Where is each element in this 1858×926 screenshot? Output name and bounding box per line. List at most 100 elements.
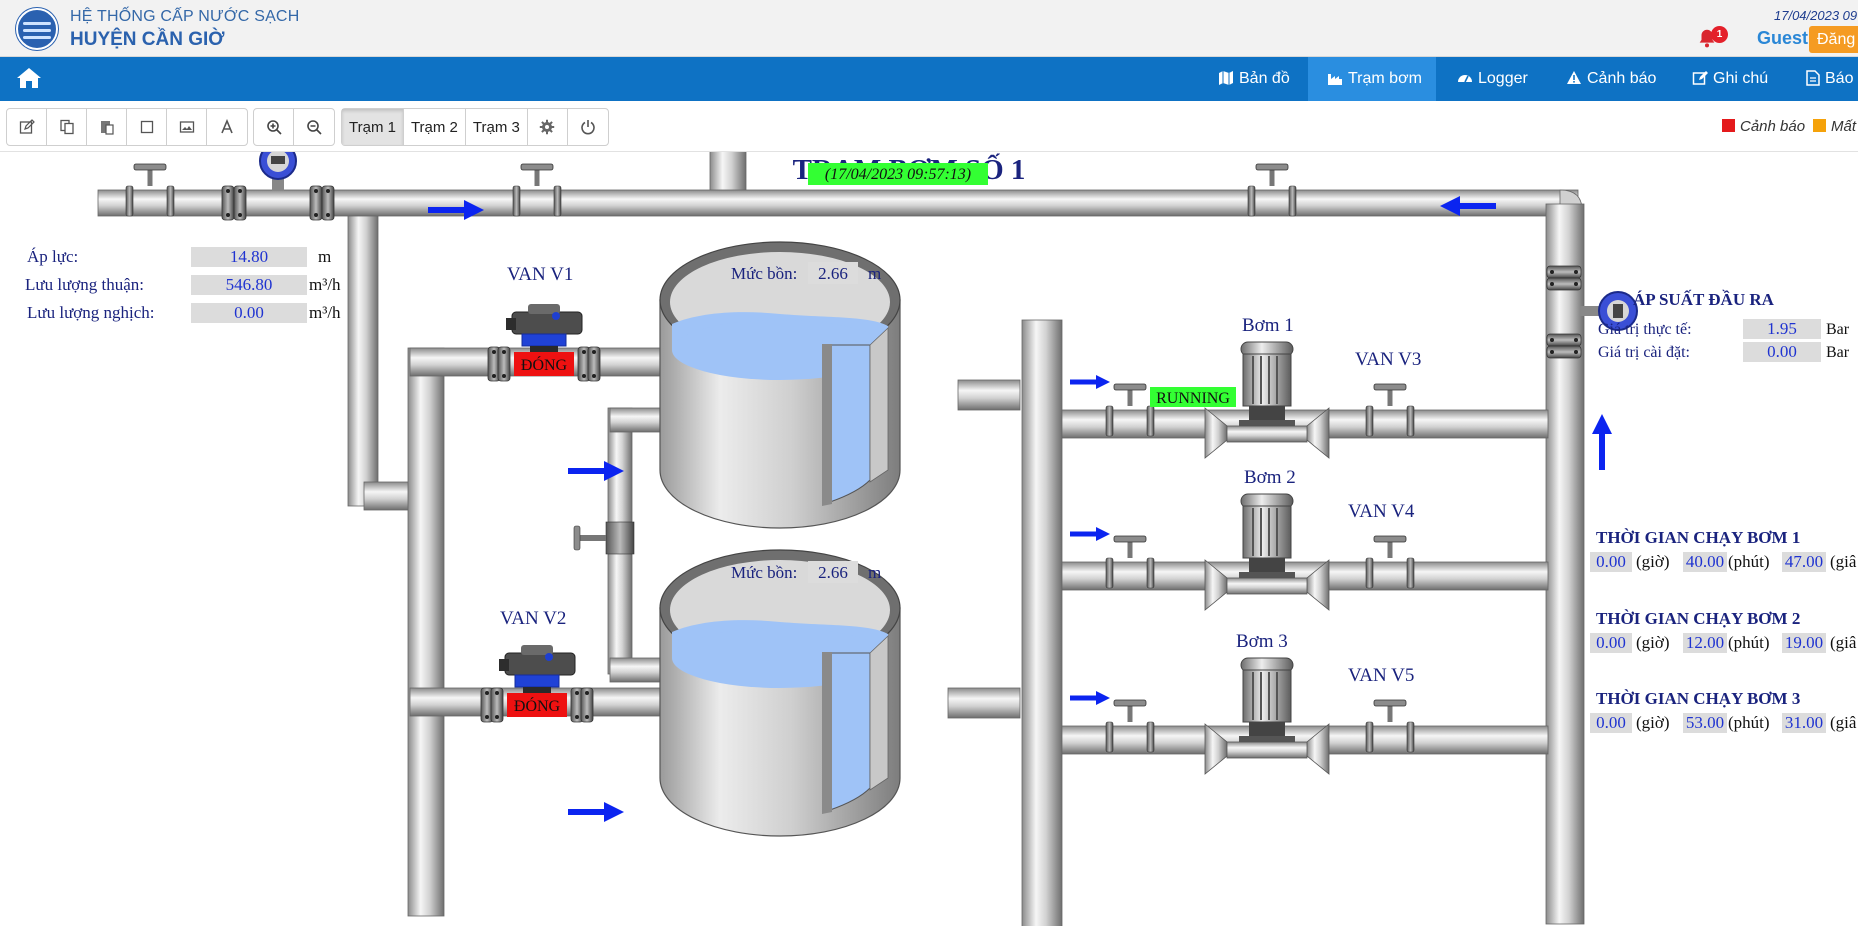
flow-arrow-pump-1 <box>1070 375 1110 389</box>
station-tab-3[interactable]: Trạm 3 <box>466 109 528 145</box>
zoom-in-icon <box>266 120 282 135</box>
reverse-flow-label: Lưu lượng nghịch: <box>27 303 155 322</box>
tank-1-level-unit: m <box>868 264 881 283</box>
outlet-setpoint-unit: Bar <box>1826 344 1850 361</box>
settings-button[interactable] <box>528 109 568 145</box>
editor-toolbar: Trạm 1 Trạm 2 Trạm 3 Cảnh báo Mất <box>0 101 1858 152</box>
rectangle-icon <box>140 120 153 134</box>
valve-v1-state: ĐÓNG <box>521 355 568 374</box>
gauge-icon <box>1458 75 1472 83</box>
pump-3[interactable] <box>1204 657 1330 775</box>
power-icon <box>581 120 595 135</box>
draw-tools-group <box>6 108 248 146</box>
reverse-flow-value: 0.00 <box>234 303 264 322</box>
runtime-1-hours: 0.00 <box>1596 552 1626 571</box>
tank-1 <box>659 241 901 529</box>
pump-3-label: Bơm 3 <box>1236 631 1288 652</box>
suction-manifold <box>1021 319 1063 926</box>
factory-icon <box>1328 74 1342 85</box>
nav-item-logger[interactable]: Logger <box>1457 57 1567 101</box>
station-tab-1[interactable]: Trạm 1 <box>342 109 404 145</box>
runtime-1-minutes: 40.00 <box>1686 552 1724 571</box>
zoom-out-icon <box>307 120 322 135</box>
legend-warning: Cảnh báo <box>1722 118 1805 135</box>
runtime-1-hours-unit: (giờ) <box>1636 552 1670 571</box>
runtime-3-seconds-unit: (giâ <box>1830 713 1857 732</box>
legend-swatch <box>1813 119 1826 132</box>
nav-item-label: Bản đồ <box>1239 70 1290 87</box>
pressure-label: Áp lực: <box>27 247 78 266</box>
header-datetime: 17/04/2023 09 <box>1774 8 1858 23</box>
rectangle-button[interactable] <box>127 109 167 145</box>
gear-icon <box>540 119 555 135</box>
runtime-1-minutes-unit: (phút) <box>1728 552 1770 571</box>
brand-line-1: HỆ THỐNG CẤP NƯỚC SẠCH <box>70 8 300 25</box>
home-icon[interactable] <box>16 66 42 90</box>
legend-label: Cảnh báo <box>1740 118 1806 135</box>
pressure-value: 14.80 <box>230 247 268 266</box>
runtime-2-hours: 0.00 <box>1596 633 1626 652</box>
copy-button[interactable] <box>47 109 87 145</box>
text-icon <box>221 119 233 134</box>
flow-arrow-up <box>1592 414 1612 470</box>
runtime-3-hours-unit: (giờ) <box>1636 713 1670 732</box>
pressure-unit: m <box>318 247 331 266</box>
runtime-2-seconds-unit: (giâ <box>1830 633 1857 652</box>
runtime-3-minutes-unit: (phút) <box>1728 713 1770 732</box>
power-button[interactable] <box>568 109 608 145</box>
forward-flow-unit: m³/h <box>309 275 341 294</box>
valve-v1-actuator[interactable]: ĐÓNG <box>487 303 601 382</box>
valve-v4-label: VAN V4 <box>1348 501 1415 522</box>
legend-label: Mất <box>1831 118 1857 135</box>
tank-2-level-label: Mức bồn: <box>731 563 797 582</box>
nav-item-label: Logger <box>1478 70 1528 87</box>
runtime-2-seconds: 19.00 <box>1785 633 1823 652</box>
outlet-actual-label: Giá trị thực tế: <box>1598 321 1692 338</box>
tank-1-level-label: Mức bồn: <box>731 264 797 283</box>
image-icon <box>179 121 194 133</box>
station-group: Trạm 1 Trạm 2 Trạm 3 <box>341 108 609 146</box>
outlet-riser-pipe <box>1545 203 1585 925</box>
nav-item-pump-station[interactable]: Trạm bơm <box>1308 57 1436 101</box>
main-nav: Bản đồ Trạm bơm Logger Cảnh báo Ghi chú … <box>0 57 1858 101</box>
edit-button[interactable] <box>7 109 47 145</box>
user-name[interactable]: Guest <box>1757 28 1808 49</box>
tank-2-level-unit: m <box>868 563 881 582</box>
valve-v2-actuator[interactable]: ĐÓNG <box>480 644 594 723</box>
station-tab-2[interactable]: Trạm 2 <box>404 109 466 145</box>
valve-v3-label: VAN V3 <box>1355 349 1421 370</box>
nav-item-map[interactable]: Bản đồ <box>1218 57 1318 101</box>
top-header: HỆ THỐNG CẤP NƯỚC SẠCH HUYỆN CẦN GIỜ 17/… <box>0 0 1858 57</box>
flow-arrow-tank-2 <box>568 802 624 822</box>
bypass-hand-valve[interactable] <box>573 521 635 555</box>
pump-1-status: RUNNING <box>1156 390 1230 407</box>
company-logo <box>16 8 58 50</box>
runtime-1-seconds: 47.00 <box>1785 552 1823 571</box>
zoom-out-button[interactable] <box>294 109 334 145</box>
valve-v2-label: VAN V2 <box>500 608 566 629</box>
forward-flow-label: Lưu lượng thuận: <box>25 275 144 294</box>
forward-flow-value: 546.80 <box>226 275 273 294</box>
zoom-in-button[interactable] <box>254 109 294 145</box>
paste-button[interactable] <box>87 109 127 145</box>
runtime-1-seconds-unit: (giâ <box>1830 552 1857 571</box>
login-button[interactable]: Đăng <box>1809 26 1858 53</box>
station-timestamp: (17/04/2023 09:57:13) <box>825 166 971 183</box>
edit-icon <box>19 119 35 134</box>
note-icon <box>1692 71 1708 85</box>
pump-2-label: Bơm 2 <box>1244 467 1296 488</box>
legend-lost: Mất <box>1813 118 1856 135</box>
outlet-actual-unit: Bar <box>1826 321 1850 338</box>
image-button[interactable] <box>167 109 207 145</box>
runtime-3-hours: 0.00 <box>1596 713 1626 732</box>
valve-v2-state: ĐÓNG <box>514 696 561 715</box>
outlet-setpoint-value: 0.00 <box>1767 342 1797 361</box>
pump-2[interactable] <box>1204 493 1330 611</box>
notification-badge: 1 <box>1711 26 1728 43</box>
nav-item-report[interactable]: Báo c <box>1806 57 1858 101</box>
flow-arrow-pump-3 <box>1070 691 1110 705</box>
text-button[interactable] <box>207 109 247 145</box>
nav-item-alerts[interactable]: Cảnh báo <box>1566 57 1686 101</box>
nav-item-notes[interactable]: Ghi chú <box>1692 57 1802 101</box>
nav-item-label: Trạm bơm <box>1348 70 1422 87</box>
